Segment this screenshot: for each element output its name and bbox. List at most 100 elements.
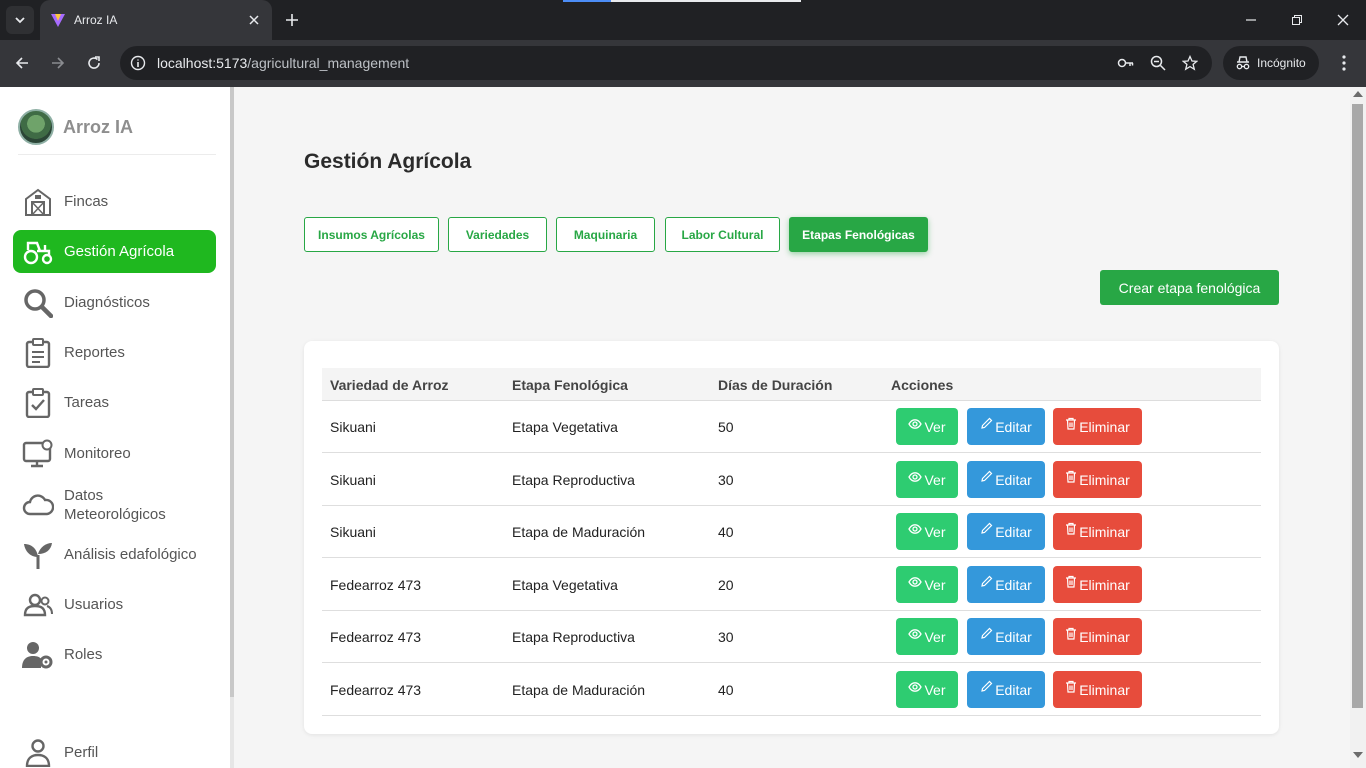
scroll-up-arrow-icon[interactable] [1353, 91, 1363, 97]
plus-icon [286, 14, 298, 26]
cell-dias: 20 [718, 577, 734, 593]
sidebar-item-monitoreo[interactable]: Monitoreo [13, 432, 216, 475]
sidebar-item-perfil[interactable]: Perfil [13, 731, 216, 768]
view-button[interactable]: Ver [896, 408, 958, 445]
barn-icon [22, 186, 54, 218]
sidebar-item-label: Perfil [64, 744, 99, 761]
incognito-indicator[interactable]: Incógnito [1223, 46, 1319, 80]
view-button-label: Ver [924, 523, 946, 540]
edit-button[interactable]: Editar [967, 618, 1045, 655]
new-tab-button[interactable] [280, 8, 304, 32]
forward-button[interactable] [45, 50, 71, 76]
cell-dias: 40 [718, 524, 734, 540]
delete-button[interactable]: Eliminar [1053, 671, 1142, 708]
tab-search-button[interactable] [6, 6, 34, 34]
trash-icon [1066, 575, 1077, 588]
address-bar[interactable]: localhost:5173/agricultural_management [120, 46, 1212, 80]
cell-variedad: Fedearroz 473 [330, 629, 422, 645]
cell-variedad: Sikuani [330, 472, 376, 488]
tab-etapas-fenologicas[interactable]: Etapas Fenológicas [789, 217, 928, 252]
sidebar-item-diagnosticos[interactable]: Diagnósticos [13, 281, 216, 324]
edit-button[interactable]: Editar [967, 513, 1045, 550]
sidebar-item-analisis-edafologico[interactable]: Análisis edafológico [13, 533, 216, 576]
cell-etapa: Etapa Reproductiva [512, 629, 635, 645]
sidebar-item-gestion-agricola[interactable]: Gestión Agrícola [13, 230, 216, 273]
incognito-label: Incógnito [1257, 56, 1306, 70]
close-window-button[interactable] [1320, 6, 1366, 34]
restore-button[interactable] [1274, 6, 1320, 34]
zoom-button[interactable] [1148, 53, 1168, 73]
sidebar-item-label: Fincas [64, 193, 109, 210]
scroll-down-arrow-icon[interactable] [1353, 752, 1363, 758]
restore-icon [1292, 15, 1302, 25]
trash-icon [1066, 522, 1077, 535]
view-button[interactable]: Ver [896, 566, 958, 603]
site-info-button[interactable] [128, 53, 148, 73]
edit-button-label: Editar [995, 628, 1032, 645]
delete-button[interactable]: Eliminar [1053, 513, 1142, 550]
monitor-icon [22, 438, 54, 470]
edit-button-label: Editar [995, 471, 1032, 488]
eye-icon [908, 681, 923, 692]
brand-name: Arroz IA [63, 116, 134, 137]
tab-labor-cultural[interactable]: Labor Cultural [665, 217, 780, 252]
edit-button-label: Editar [995, 681, 1032, 698]
view-button[interactable]: Ver [896, 513, 958, 550]
edit-button[interactable]: Editar [967, 408, 1045, 445]
edit-button-label: Editar [995, 576, 1032, 593]
tab-variedades[interactable]: Variedades [448, 217, 547, 252]
brand-logo [18, 109, 54, 145]
sidebar-item-usuarios[interactable]: Usuarios [13, 583, 216, 626]
sidebar-item-reportes[interactable]: Reportes [13, 331, 216, 374]
browser-menu-button[interactable] [1332, 50, 1356, 76]
delete-button[interactable]: Eliminar [1053, 618, 1142, 655]
cell-etapa: Etapa de Maduración [512, 524, 646, 540]
back-button[interactable] [9, 50, 35, 76]
trash-icon [1066, 417, 1077, 430]
sidebar-item-fincas[interactable]: Fincas [13, 180, 216, 223]
edit-button[interactable]: Editar [967, 461, 1045, 498]
pencil-icon [981, 522, 993, 534]
user-icon [22, 737, 54, 768]
password-key-button[interactable] [1116, 53, 1136, 73]
delete-button[interactable]: Eliminar [1053, 461, 1142, 498]
tractor-icon [22, 236, 54, 268]
view-button[interactable]: Ver [896, 671, 958, 708]
edit-button-label: Editar [995, 523, 1032, 540]
key-icon [1117, 58, 1134, 68]
bookmark-button[interactable] [1180, 53, 1200, 73]
incognito-icon [1236, 56, 1250, 70]
url-host: localhost:5173 [157, 55, 248, 71]
arrow-right-icon [52, 57, 65, 69]
url-text[interactable]: localhost:5173/agricultural_management [157, 55, 409, 71]
star-icon [1182, 55, 1198, 71]
zoom-out-icon [1150, 55, 1166, 71]
delete-button[interactable]: Eliminar [1053, 408, 1142, 445]
eye-icon [908, 523, 923, 534]
loading-indicator-track [611, 0, 801, 2]
chevron-down-icon [15, 17, 25, 24]
sidebar-item-datos-meteorologicos[interactable]: Datos Meteorológicos [13, 480, 216, 530]
tab-insumos-agricolas[interactable]: Insumos Agrícolas [304, 217, 439, 252]
brand[interactable]: Arroz IA [18, 109, 133, 145]
eye-icon [908, 576, 923, 587]
sidebar-item-tareas[interactable]: Tareas [13, 381, 216, 424]
edit-button[interactable]: Editar [967, 671, 1045, 708]
page-scrollbar[interactable] [1352, 104, 1363, 708]
reload-button[interactable] [81, 50, 107, 76]
minimize-button[interactable] [1228, 6, 1274, 34]
sidebar-item-roles[interactable]: Roles [13, 633, 216, 676]
create-phenological-stage-button[interactable]: Crear etapa fenológica [1100, 270, 1279, 305]
view-button[interactable]: Ver [896, 461, 958, 498]
close-tab-button[interactable] [244, 10, 264, 30]
url-path: /agricultural_management [247, 55, 410, 71]
delete-button[interactable]: Eliminar [1053, 566, 1142, 603]
edit-button[interactable]: Editar [967, 566, 1045, 603]
user-gear-icon [22, 639, 54, 671]
view-button[interactable]: Ver [896, 618, 958, 655]
arrow-left-icon [15, 57, 28, 69]
pencil-icon [981, 627, 993, 639]
cell-dias: 30 [718, 472, 734, 488]
browser-tab[interactable]: Arroz IA [40, 0, 272, 40]
tab-maquinaria[interactable]: Maquinaria [556, 217, 655, 252]
